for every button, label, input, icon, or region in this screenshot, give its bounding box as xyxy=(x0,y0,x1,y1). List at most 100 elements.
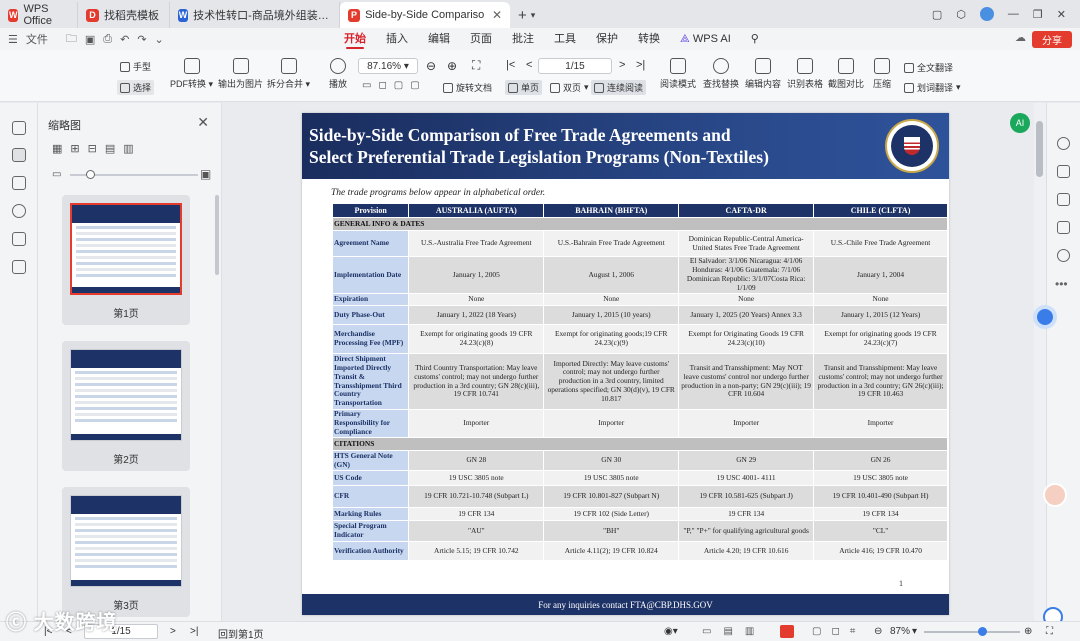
new-tab-button[interactable]: + ▾ xyxy=(510,2,543,28)
tab-template[interactable]: D 找稻壳模板 xyxy=(78,2,170,28)
zoom-in-status-icon[interactable]: ⊕ xyxy=(1024,626,1032,637)
split-merge-button[interactable]: 拆分合并 ▾ xyxy=(267,58,310,90)
small-thumb-icon[interactable]: ▭ xyxy=(52,169,61,180)
compress-button[interactable]: 压缩 xyxy=(873,58,891,90)
menu-insert[interactable]: 插入 xyxy=(386,28,408,50)
export-image-button[interactable]: 输出为图片 xyxy=(218,58,263,90)
scrollbar-thumb[interactable] xyxy=(1036,121,1043,177)
eye-icon[interactable]: ◉▾ xyxy=(664,626,678,637)
vertical-scrollbar[interactable] xyxy=(1034,103,1046,621)
full-translate-button[interactable]: 全文翻译 xyxy=(904,61,953,74)
thumb-scrollbar[interactable] xyxy=(215,195,219,275)
next-page-nav-icon[interactable]: > xyxy=(170,626,176,637)
view-icons[interactable]: ▭◻▢▢ xyxy=(362,80,427,91)
menu-page[interactable]: 页面 xyxy=(470,28,492,50)
more-chevron-icon[interactable]: ⌄ xyxy=(155,33,164,46)
zoom-out-status-icon[interactable]: ⊖ xyxy=(874,626,882,637)
thumbnail-page-1[interactable]: 第1页 xyxy=(62,195,190,325)
zoom-slider-knob[interactable] xyxy=(978,627,987,636)
avatar[interactable] xyxy=(1043,483,1067,507)
menu-convert[interactable]: 转换 xyxy=(638,28,660,50)
search-icon[interactable]: ⚲ xyxy=(751,28,759,50)
reading-mode-button[interactable]: 阅读模式 xyxy=(660,58,696,90)
menu-protect[interactable]: 保护 xyxy=(596,28,618,50)
view-mode-icons[interactable]: ▭▤▥ xyxy=(702,626,766,637)
translate-side-icon[interactable] xyxy=(1057,165,1070,178)
select-tool-button[interactable]: 选择 xyxy=(117,80,155,95)
tab-word-doc[interactable]: W 技术性转口-商品境外组装与生产的... xyxy=(170,2,340,28)
hamburger-icon[interactable]: ☰ xyxy=(8,33,18,46)
tab-wps-office[interactable]: W WPS Office xyxy=(0,2,78,28)
redo-icon[interactable]: ↷ xyxy=(137,33,146,46)
minimize-icon[interactable]: — xyxy=(1008,8,1019,20)
back-to-first-page[interactable]: 回到第1页 xyxy=(218,626,264,641)
zoom-out-icon[interactable]: ⊖ xyxy=(426,59,436,73)
close-window-icon[interactable]: ✕ xyxy=(1057,8,1066,21)
hand-tool-button[interactable]: 手型 xyxy=(120,60,151,73)
attachment-icon[interactable] xyxy=(12,204,26,218)
last-page-nav-icon[interactable]: >| xyxy=(190,626,198,637)
zoom-level[interactable]: 87% xyxy=(890,626,910,637)
cloud-icon[interactable]: ☁ xyxy=(1015,31,1026,44)
menu-comment[interactable]: 批注 xyxy=(512,28,534,50)
menu-home[interactable]: 开始 xyxy=(344,28,366,50)
thumbnail-tools[interactable]: ▦⊞⊟▤▥ xyxy=(52,142,142,155)
file-menu[interactable]: 文件 xyxy=(26,31,48,47)
ai-assistant-icon[interactable]: AI xyxy=(1010,113,1030,133)
fit-icon[interactable]: ⛶ xyxy=(472,58,480,73)
print-icon[interactable]: ⎙ xyxy=(103,33,112,46)
screenshot-compare-button[interactable]: 截图对比 xyxy=(828,58,864,90)
layers-icon[interactable] xyxy=(12,260,26,274)
continuous-read-button[interactable]: 连续阅读 xyxy=(591,80,647,95)
search-icon[interactable] xyxy=(1057,137,1070,150)
last-page-icon[interactable]: >| xyxy=(636,59,645,71)
help-icon[interactable] xyxy=(1057,249,1070,262)
layout-icon[interactable]: ▢ xyxy=(932,8,942,21)
document-viewport[interactable]: Side-by-Side Comparison of Free Trade Ag… xyxy=(222,103,1034,621)
ocr-table-button[interactable]: 识别表格 xyxy=(787,58,823,90)
rotate-doc-button[interactable]: 旋转文档 xyxy=(443,81,492,94)
close-tab-icon[interactable]: ✕ xyxy=(492,8,502,22)
next-page-icon[interactable]: > xyxy=(619,59,625,71)
menu-wps-ai[interactable]: ⟁ WPS AI xyxy=(680,28,731,50)
settings-slider-icon[interactable] xyxy=(1057,193,1070,206)
prev-page-icon[interactable]: < xyxy=(526,59,532,71)
thumbnail-page-3[interactable]: 第3页 xyxy=(62,487,190,617)
bookmark-icon[interactable] xyxy=(12,121,26,135)
undo-icon[interactable]: ↶ xyxy=(120,33,129,46)
tab-pdf-active[interactable]: P Side-by-Side Comparison of Tr ✕ xyxy=(340,2,510,28)
zoom-dropdown-icon[interactable]: ▾ xyxy=(912,626,917,637)
play-button[interactable]: 播放 xyxy=(329,58,347,90)
floating-assistant-icon[interactable] xyxy=(1033,305,1057,329)
double-page-button[interactable]: 双页 ▾ xyxy=(550,81,589,94)
signature-icon[interactable] xyxy=(12,232,26,246)
save-icon[interactable]: ▣ xyxy=(85,33,95,46)
restore-icon[interactable]: ❐ xyxy=(1033,8,1043,21)
avatar[interactable] xyxy=(979,7,994,21)
play-slideshow-icon[interactable] xyxy=(780,625,794,638)
find-replace-button[interactable]: 查找替换 xyxy=(703,58,739,90)
comment-icon[interactable] xyxy=(12,176,26,190)
open-folder-icon[interactable]: 🗀 xyxy=(66,30,77,49)
menu-edit[interactable]: 编辑 xyxy=(428,28,450,50)
fullscreen-icon[interactable]: ⛶ xyxy=(1046,626,1053,637)
more-icon[interactable]: ••• xyxy=(1055,277,1068,291)
edit-content-button[interactable]: 编辑内容 xyxy=(745,58,781,90)
cube-icon[interactable]: ⬡ xyxy=(956,8,966,21)
large-thumb-icon[interactable]: ▣ xyxy=(200,167,211,181)
pdf-convert-button[interactable]: PDF转换 ▾ xyxy=(170,58,213,90)
share-button[interactable]: 分享 xyxy=(1032,31,1072,48)
read-aloud-icon[interactable] xyxy=(1057,221,1070,234)
zoom-slider[interactable] xyxy=(924,631,1020,633)
single-page-button[interactable]: 单页 xyxy=(505,80,543,95)
thumbnail-page-2[interactable]: 第2页 xyxy=(62,341,190,471)
zoom-in-icon[interactable]: ⊕ xyxy=(447,59,457,73)
page-number-field[interactable]: 1/15 xyxy=(538,58,612,74)
word-translate-button[interactable]: 划词翻译 ▾ xyxy=(904,81,961,94)
first-page-icon[interactable]: |< xyxy=(506,59,515,71)
menu-tools[interactable]: 工具 xyxy=(554,28,576,50)
zoom-field[interactable]: 87.16% ▾ xyxy=(358,58,418,74)
fit-mode-icons[interactable]: ▢◻⌗ xyxy=(812,626,865,637)
thumbnail-icon[interactable] xyxy=(12,148,26,162)
slider-knob[interactable] xyxy=(86,170,95,179)
